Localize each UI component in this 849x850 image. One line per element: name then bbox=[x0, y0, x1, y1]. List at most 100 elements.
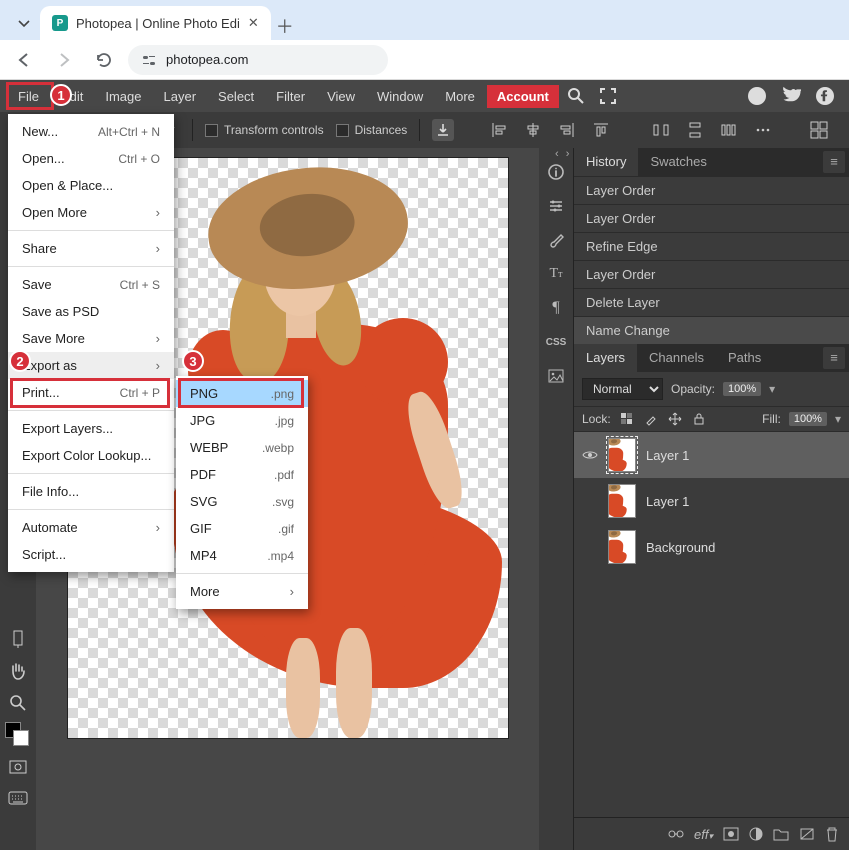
tab-history[interactable]: History bbox=[574, 148, 638, 176]
back-button[interactable] bbox=[8, 44, 40, 76]
distances-checkbox[interactable]: Distances bbox=[336, 123, 408, 137]
search-button[interactable] bbox=[561, 83, 591, 109]
image-panel-icon[interactable] bbox=[542, 362, 570, 390]
layer-effects-button[interactable]: eff▾ bbox=[694, 827, 713, 842]
export-menu-item[interactable]: SVG.svg bbox=[176, 488, 308, 515]
css-panel-icon[interactable]: CSS bbox=[542, 328, 570, 356]
layer-row[interactable]: Background bbox=[574, 524, 849, 570]
align-top-button[interactable] bbox=[590, 119, 612, 141]
download-button[interactable] bbox=[432, 119, 454, 141]
transform-controls-checkbox[interactable]: Transform controls bbox=[205, 123, 324, 137]
new-tab-button[interactable]: ＋ bbox=[271, 12, 299, 40]
menu-layer[interactable]: Layer bbox=[154, 85, 207, 108]
color-swatches[interactable] bbox=[3, 720, 33, 750]
file-menu-item[interactable]: New...Alt+Ctrl + N bbox=[8, 118, 174, 145]
menu-more[interactable]: More bbox=[435, 85, 485, 108]
history-item[interactable]: Layer Order bbox=[574, 204, 849, 232]
new-layer-icon[interactable] bbox=[799, 827, 815, 841]
grid-toggle-button[interactable] bbox=[808, 119, 830, 141]
twitter-link[interactable] bbox=[775, 82, 807, 110]
align-center-h-button[interactable] bbox=[522, 119, 544, 141]
distribute-h-button[interactable] bbox=[650, 119, 672, 141]
properties-panel-icon[interactable] bbox=[542, 192, 570, 220]
tool-eyedropper[interactable] bbox=[3, 624, 33, 654]
forward-button[interactable] bbox=[48, 44, 80, 76]
align-left-button[interactable] bbox=[488, 119, 510, 141]
history-item[interactable]: Layer Order bbox=[574, 260, 849, 288]
history-item[interactable]: Name Change bbox=[574, 316, 849, 344]
blend-mode-select[interactable]: Normal bbox=[582, 378, 663, 400]
file-menu-item[interactable]: Print...Ctrl + P bbox=[8, 379, 174, 406]
facebook-link[interactable] bbox=[809, 82, 841, 110]
export-menu-item[interactable]: More› bbox=[176, 578, 308, 605]
file-menu-item[interactable]: File Info... bbox=[8, 478, 174, 505]
history-item[interactable]: Delete Layer bbox=[574, 288, 849, 316]
adjustment-layer-icon[interactable] bbox=[749, 827, 763, 841]
layer-thumbnail[interactable] bbox=[608, 530, 636, 564]
lock-paint-icon[interactable] bbox=[643, 411, 659, 427]
tab-paths[interactable]: Paths bbox=[716, 344, 773, 372]
lock-all-icon[interactable] bbox=[691, 411, 707, 427]
paragraph-panel-icon[interactable]: ¶ bbox=[542, 294, 570, 322]
layer-thumbnail[interactable] bbox=[608, 438, 636, 472]
menu-account[interactable]: Account bbox=[487, 85, 559, 108]
layers-panel-menu-icon[interactable]: ≡ bbox=[823, 347, 845, 369]
file-menu-item[interactable]: Export Color Lookup... bbox=[8, 442, 174, 469]
reload-button[interactable] bbox=[88, 44, 120, 76]
export-menu-item[interactable]: WEBP.webp bbox=[176, 434, 308, 461]
export-menu-item[interactable]: GIF.gif bbox=[176, 515, 308, 542]
more-align-button[interactable] bbox=[752, 119, 774, 141]
file-menu-item[interactable]: Save as PSD bbox=[8, 298, 174, 325]
layer-row[interactable]: Layer 1 bbox=[574, 432, 849, 478]
panel-resize-handle[interactable]: ‹ › bbox=[555, 148, 571, 160]
history-panel-menu-icon[interactable]: ≡ bbox=[823, 151, 845, 173]
tool-screenmode[interactable] bbox=[3, 784, 33, 814]
distribute-v-button[interactable] bbox=[684, 119, 706, 141]
layer-row[interactable]: Layer 1 bbox=[574, 478, 849, 524]
history-item[interactable]: Refine Edge bbox=[574, 232, 849, 260]
file-menu-item[interactable]: SaveCtrl + S bbox=[8, 271, 174, 298]
menu-window[interactable]: Window bbox=[367, 85, 433, 108]
fill-slider-icon[interactable]: ▾ bbox=[835, 412, 841, 426]
opacity-value[interactable]: 100% bbox=[723, 382, 761, 396]
export-menu-item[interactable]: PNG.png bbox=[176, 380, 308, 407]
layer-thumbnail[interactable] bbox=[608, 484, 636, 518]
menu-filter[interactable]: Filter bbox=[266, 85, 315, 108]
new-folder-icon[interactable] bbox=[773, 827, 789, 841]
tab-channels[interactable]: Channels bbox=[637, 344, 716, 372]
menu-file[interactable]: File bbox=[8, 85, 49, 108]
fill-value[interactable]: 100% bbox=[789, 412, 827, 426]
tab-close-icon[interactable]: ✕ bbox=[248, 15, 259, 31]
info-panel-icon[interactable] bbox=[542, 158, 570, 186]
browser-tab[interactable]: P Photopea | Online Photo Edi ✕ bbox=[40, 6, 271, 40]
link-layers-icon[interactable] bbox=[668, 828, 684, 840]
file-menu-item[interactable]: Save More› bbox=[8, 325, 174, 352]
file-menu-item[interactable]: Script... bbox=[8, 541, 174, 568]
opacity-slider-icon[interactable]: ▾ bbox=[769, 382, 775, 396]
add-mask-icon[interactable] bbox=[723, 827, 739, 841]
align-right-button[interactable] bbox=[556, 119, 578, 141]
lock-transparency-icon[interactable] bbox=[619, 411, 635, 427]
delete-layer-icon[interactable] bbox=[825, 826, 839, 842]
tool-hand[interactable] bbox=[3, 656, 33, 686]
tool-zoom[interactable] bbox=[3, 688, 33, 718]
file-menu-item[interactable]: Export Layers... bbox=[8, 415, 174, 442]
file-menu-item[interactable]: Automate› bbox=[8, 514, 174, 541]
tab-layers[interactable]: Layers bbox=[574, 344, 637, 372]
tool-quickmask[interactable] bbox=[3, 752, 33, 782]
export-menu-item[interactable]: PDF.pdf bbox=[176, 461, 308, 488]
distribute-spacing-button[interactable] bbox=[718, 119, 740, 141]
lock-move-icon[interactable] bbox=[667, 411, 683, 427]
layer-name[interactable]: Background bbox=[646, 540, 715, 555]
file-menu-item[interactable]: Share› bbox=[8, 235, 174, 262]
layer-name[interactable]: Layer 1 bbox=[646, 448, 689, 463]
layer-visibility-icon[interactable] bbox=[582, 449, 598, 461]
brush-panel-icon[interactable] bbox=[542, 226, 570, 254]
menu-view[interactable]: View bbox=[317, 85, 365, 108]
character-panel-icon[interactable]: Tт bbox=[542, 260, 570, 288]
fullscreen-button[interactable] bbox=[593, 83, 623, 109]
file-menu-item[interactable]: Open More› bbox=[8, 199, 174, 226]
export-menu-item[interactable]: JPG.jpg bbox=[176, 407, 308, 434]
address-bar[interactable]: photopea.com bbox=[128, 45, 388, 75]
menu-image[interactable]: Image bbox=[95, 85, 151, 108]
